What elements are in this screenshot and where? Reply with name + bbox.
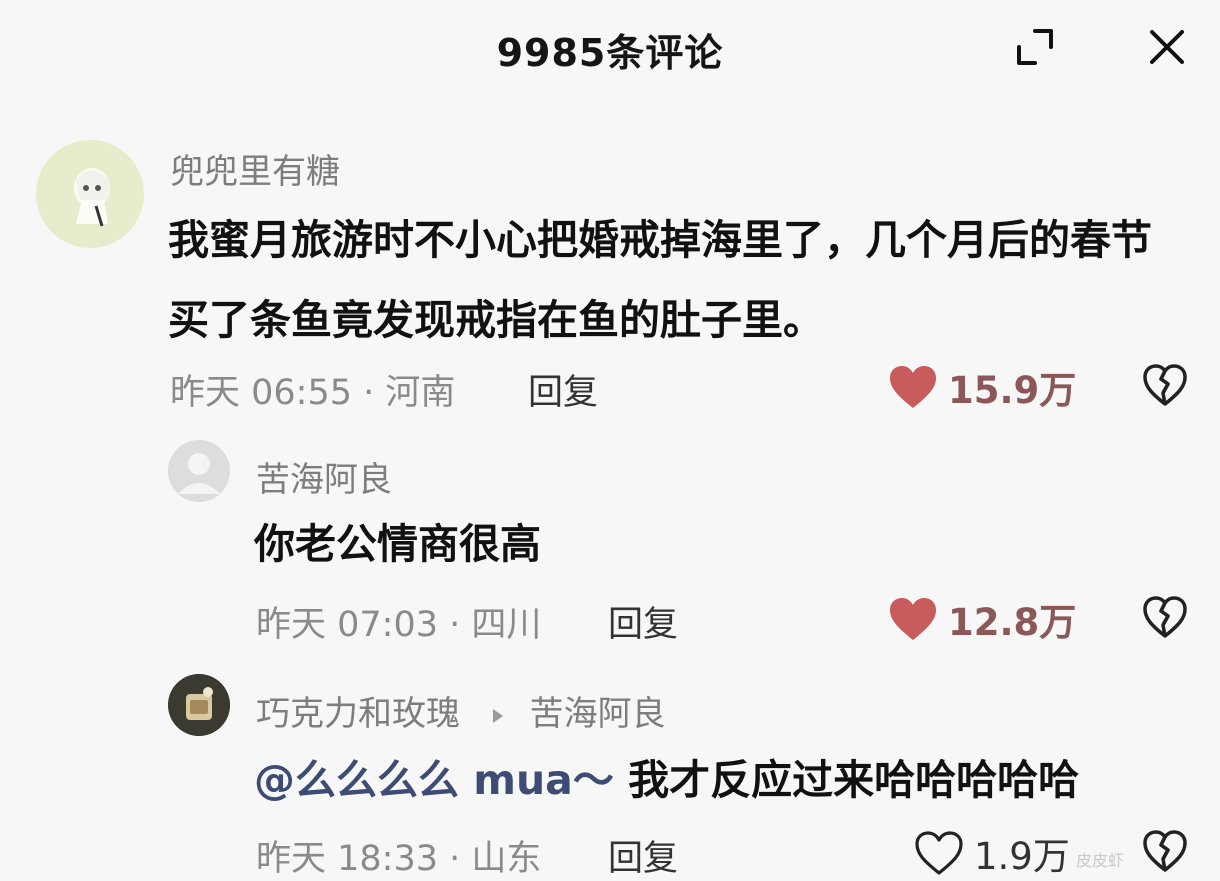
heart-filled-icon	[890, 366, 936, 408]
comment-username[interactable]: 巧克力和玫瑰	[256, 694, 460, 734]
comment-meta: 昨天 06:55 · 河南	[170, 373, 456, 413]
default-avatar-icon	[168, 440, 230, 502]
reply-target-username[interactable]: 苦海阿良	[530, 694, 666, 734]
expand-button[interactable]	[1007, 19, 1063, 75]
comment-meta: 昨天 07:03 · 四川	[256, 605, 542, 645]
comment-item: 兜兜里有糖 我蜜月旅游时不小心把婚戒掉海里了，几个月后的春节买了条鱼竟发现戒指在…	[0, 130, 1220, 420]
comment-username[interactable]: 苦海阿良	[256, 452, 392, 501]
like-button[interactable]: 12.8万	[888, 592, 1076, 646]
watermark: 皮皮虾	[1075, 851, 1124, 870]
comment-username-line: 巧克力和玫瑰 苦海阿良	[256, 686, 666, 735]
reply-button[interactable]: 回复	[608, 596, 678, 647]
comments-header: 9985条评论	[0, 0, 1220, 96]
reply-item: 巧克力和玫瑰 苦海阿良 @么么么么 mua～ 我才反应过来哈哈哈哈哈 昨天 18…	[0, 674, 1220, 881]
avatar[interactable]	[168, 674, 230, 736]
comment-text: 你老公情商很高	[254, 520, 541, 568]
reply-arrow-icon	[492, 708, 503, 723]
comment-meta: 昨天 18:33 · 山东	[256, 839, 542, 879]
broken-heart-icon	[1143, 596, 1187, 638]
close-button[interactable]	[1139, 19, 1195, 75]
avatar[interactable]	[36, 140, 144, 248]
comment-text: 我才反应过来哈哈哈哈哈	[628, 756, 1080, 804]
close-icon	[1150, 30, 1184, 64]
comment-username[interactable]: 兜兜里有糖	[170, 144, 340, 193]
avatar-image	[168, 674, 230, 736]
like-count: 1.9万	[974, 835, 1070, 878]
dislike-button[interactable]	[1140, 592, 1190, 642]
reply-button[interactable]: 回复	[528, 364, 598, 415]
dislike-button[interactable]	[1140, 826, 1190, 876]
mention-link[interactable]: @么么么么 mua～	[254, 756, 614, 804]
avatar[interactable]	[168, 440, 230, 502]
comment-text-line: @么么么么 mua～ 我才反应过来哈哈哈哈哈	[254, 740, 1194, 820]
like-count: 15.9万	[948, 369, 1077, 412]
like-count: 12.8万	[948, 601, 1077, 644]
broken-heart-icon	[1143, 830, 1187, 872]
like-button[interactable]: 15.9万	[888, 360, 1076, 414]
dislike-button[interactable]	[1140, 360, 1190, 410]
like-button[interactable]: 1.9万	[914, 826, 1070, 880]
avatar-image	[36, 140, 144, 248]
reply-item: 苦海阿良 你老公情商很高 昨天 07:03 · 四川 回复 12.8万	[0, 440, 1220, 660]
comment-text: 我蜜月旅游时不小心把婚戒掉海里了，几个月后的春节买了条鱼竟发现戒指在鱼的肚子里。	[168, 216, 1152, 344]
expand-icon	[1017, 29, 1053, 65]
heart-filled-icon	[890, 598, 936, 640]
heart-outline-icon	[915, 831, 963, 875]
broken-heart-icon	[1143, 364, 1187, 406]
reply-button[interactable]: 回复	[608, 830, 678, 881]
